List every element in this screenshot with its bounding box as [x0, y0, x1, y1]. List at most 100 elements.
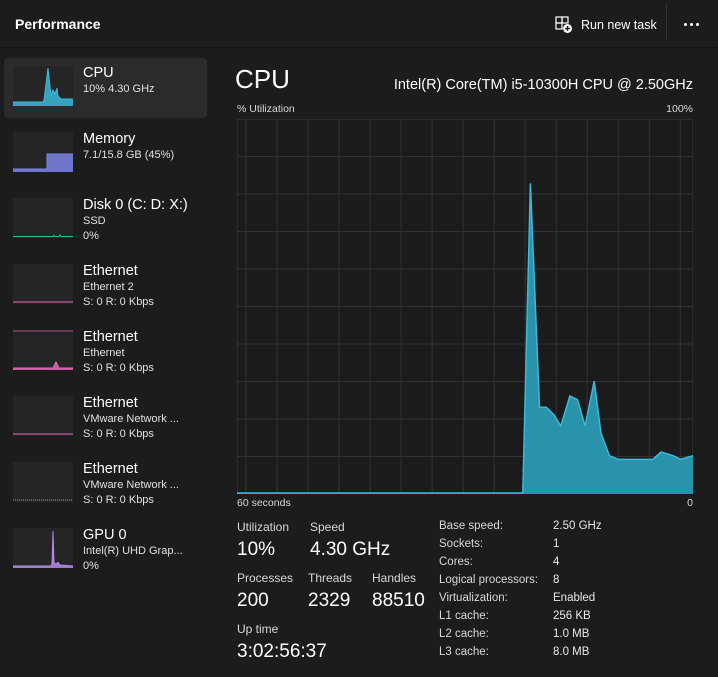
speed-value: 4.30 GHz — [310, 539, 391, 560]
spec-label: Logical processors: — [439, 574, 539, 586]
spec-value: 8.0 MB — [553, 646, 590, 658]
spec-label: Sockets: — [439, 538, 484, 550]
spec-label: Cores: — [439, 556, 473, 568]
thumb-line — [13, 360, 73, 369]
run-new-task-button[interactable]: Run new task — [555, 14, 657, 36]
sidebar-item-title: GPU 0 — [83, 527, 127, 543]
spec-label: L2 cache: — [439, 628, 489, 640]
sidebar-item-cpu[interactable]: CPU 10% 4.30 GHz — [4, 58, 207, 118]
sidebar-item-text: CPU 10% 4.30 GHz — [83, 65, 155, 97]
spec-label: Base speed: — [439, 520, 503, 532]
y-max-label: 100% — [666, 103, 693, 115]
thumbnail-svg — [13, 67, 73, 106]
cpu-model: Intel(R) Core(TM) i5-10300H CPU @ 2.50GH… — [393, 77, 693, 93]
spec-value: 2.50 GHz — [553, 520, 602, 532]
threads-value: 2329 — [308, 590, 351, 611]
processes-label: Processes — [237, 571, 294, 585]
thumbnail-graph — [13, 528, 73, 568]
sidebar-item-sub1: SSD — [83, 215, 106, 227]
sidebar-item-title: Memory — [83, 131, 136, 147]
thumbnail-svg — [13, 330, 73, 370]
sidebar-item-text: Ethernet Ethernet S: 0 R: 0 Kbps — [83, 329, 154, 376]
sidebar-item-sub2: S: 0 R: 0 Kbps — [83, 428, 154, 440]
processes-value: 200 — [237, 590, 269, 611]
spec-value: 256 KB — [553, 610, 591, 622]
spec-value: 1 — [553, 538, 560, 550]
sidebar-item-sub2: S: 0 R: 0 Kbps — [83, 362, 154, 374]
thumbnail-svg — [13, 153, 73, 172]
sidebar-item-text: Ethernet VMware Network ... S: 0 R: 0 Kbps — [83, 395, 179, 442]
sidebar-item-gpu[interactable]: GPU 0 Intel(R) UHD Grap... 0% — [4, 520, 207, 580]
sidebar-item-title: CPU — [83, 65, 114, 81]
spec-value: 1.0 MB — [553, 628, 590, 640]
thumbnail-graph — [13, 264, 73, 304]
sidebar-item-text: GPU 0 Intel(R) UHD Grap... 0% — [83, 527, 183, 574]
top-bar: Performance Run new task — [0, 0, 718, 48]
thumbnail-graph — [13, 396, 73, 436]
sidebar-item-sub2: 0% — [83, 560, 99, 572]
x-left-label: 60 seconds — [237, 497, 291, 509]
more-dot — [695, 22, 699, 26]
utilization-value: 10% — [237, 539, 276, 560]
sidebar-item-sub1: Ethernet 2 — [83, 281, 134, 293]
thumb-line — [13, 67, 73, 103]
sidebar-item-eth4[interactable]: Ethernet VMware Network ... S: 0 R: 0 Kbps — [4, 454, 207, 514]
spec-value: 4 — [553, 556, 560, 568]
thumb-fill — [13, 68, 73, 106]
sidebar-item-sub2: S: 0 R: 0 Kbps — [83, 296, 154, 308]
thumbnail-graph — [13, 66, 73, 106]
thumbnail-svg — [13, 301, 73, 303]
thumbnail-svg — [13, 234, 73, 237]
sidebar-item-sub1: 10% 4.30 GHz — [83, 83, 155, 95]
thumbnail-graph — [13, 132, 73, 172]
sidebar-item-sub2: S: 0 R: 0 Kbps — [83, 494, 154, 506]
more-dot — [689, 22, 693, 26]
spec-value: 8 — [553, 574, 560, 586]
spec-label: L3 cache: — [439, 646, 489, 658]
thumb-line — [13, 234, 73, 237]
sidebar-item-title: Ethernet — [83, 263, 138, 279]
cpu-graph-svg — [237, 119, 693, 494]
sidebar-item-sub2: 0% — [83, 230, 99, 242]
utilization-label: Utilization — [237, 520, 290, 534]
thumbnail-graph — [13, 330, 73, 370]
sidebar-item-eth3[interactable]: Ethernet VMware Network ... S: 0 R: 0 Kbps — [4, 388, 207, 448]
more-dots-icon — [683, 22, 687, 26]
run-new-task-label: Run new task — [581, 18, 657, 32]
handles-value: 88510 — [372, 590, 425, 611]
threads-label: Threads — [308, 571, 353, 585]
thumbnail-graph — [13, 198, 73, 238]
thumbnail-svg — [13, 530, 73, 568]
speed-label: Speed — [310, 520, 345, 534]
spec-label: Virtualization: — [439, 592, 508, 604]
sidebar-item-eth1[interactable]: Ethernet Ethernet 2 S: 0 R: 0 Kbps — [4, 256, 207, 316]
thumb-fill — [13, 362, 73, 370]
more-options-button[interactable] — [676, 14, 706, 34]
handles-label: Handles — [372, 571, 417, 585]
sidebar-item-disk[interactable]: Disk 0 (C: D: X:) SSD 0% — [4, 190, 207, 250]
sidebar-item-title: Ethernet — [83, 329, 138, 345]
uptime-value: 3:02:56:37 — [237, 641, 327, 662]
sidebar-item-eth2[interactable]: Ethernet Ethernet S: 0 R: 0 Kbps — [4, 322, 207, 382]
sidebar-item-text: Ethernet Ethernet 2 S: 0 R: 0 Kbps — [83, 263, 154, 310]
thumbnail-svg — [13, 499, 73, 501]
sidebar-item-title: Ethernet — [83, 461, 138, 477]
sidebar-item-memory[interactable]: Memory 7.1/15.8 GB (45%) — [4, 124, 207, 184]
thumbnail-svg — [13, 433, 73, 435]
thumbnail-graph — [13, 462, 73, 502]
sidebar-item-sub1: 7.1/15.8 GB (45%) — [83, 149, 175, 161]
toolbar-divider — [666, 4, 667, 40]
run-task-icon — [555, 16, 573, 34]
sidebar-item-sub1: VMware Network ... — [83, 479, 179, 491]
sidebar-item-sub1: VMware Network ... — [83, 413, 179, 425]
page-title: Performance — [15, 16, 101, 32]
y-axis-label: % Utilization — [237, 103, 295, 115]
cpu-utilization-graph — [237, 119, 693, 494]
sidebar-item-title: Disk 0 (C: D: X:) — [83, 197, 188, 213]
thumb-line — [13, 530, 73, 567]
sidebar-item-title: Ethernet — [83, 395, 138, 411]
thumb-fill — [13, 531, 73, 568]
cpu-title: CPU — [235, 64, 290, 94]
uptime-label: Up time — [237, 622, 279, 636]
spec-value: Enabled — [553, 592, 596, 604]
